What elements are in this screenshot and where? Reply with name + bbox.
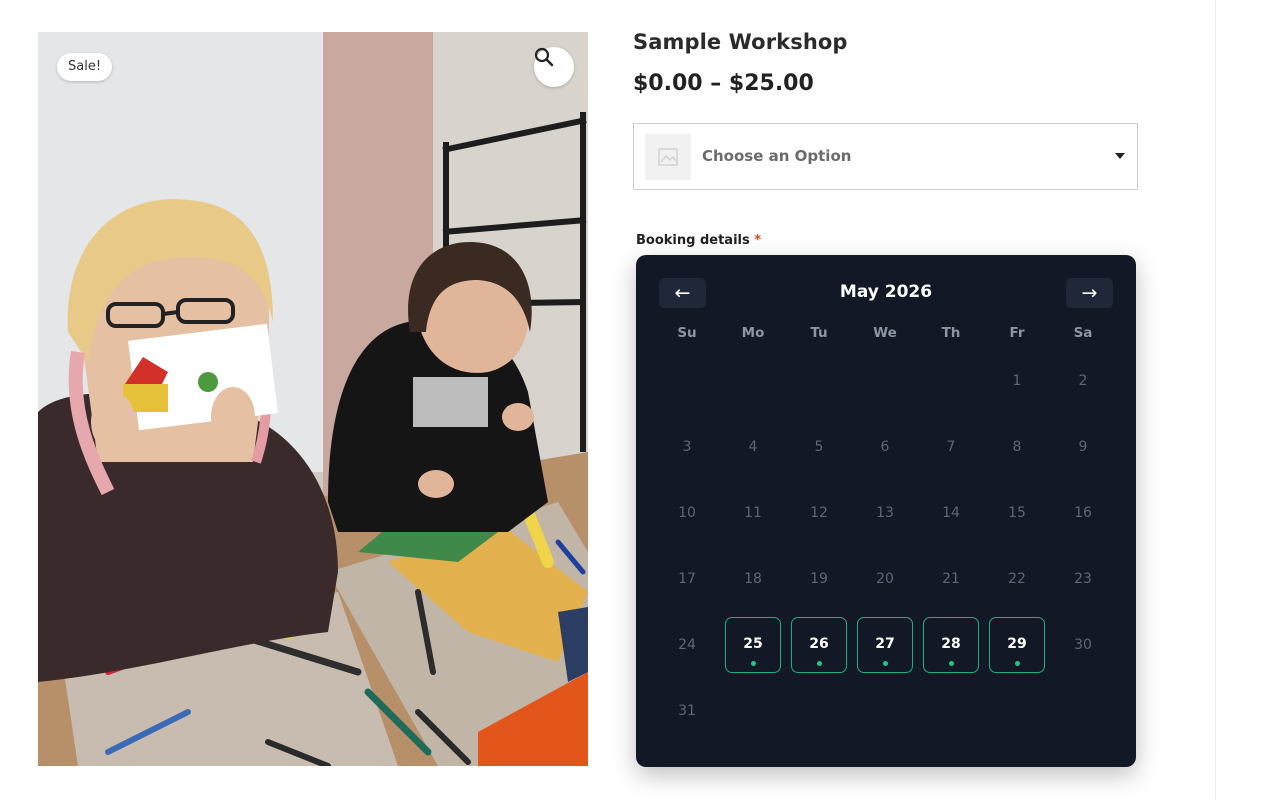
- product-price: $0.00 – $25.00: [633, 71, 814, 96]
- day-number: 9: [1078, 439, 1088, 455]
- day-number: 12: [810, 505, 828, 521]
- day-number: 21: [942, 571, 960, 587]
- calendar-day: 11: [725, 485, 781, 541]
- column-divider: [1215, 0, 1216, 800]
- workshop-photo: [38, 32, 588, 766]
- day-number: 16: [1074, 505, 1092, 521]
- weekday-header: Su Mo Tu We Th Fr Sa: [654, 325, 1116, 345]
- calendar-day: 22: [989, 551, 1045, 607]
- required-marker: *: [754, 233, 762, 248]
- calendar-day: 17: [659, 551, 715, 607]
- search-icon: [534, 47, 554, 67]
- calendar-day: 1: [989, 353, 1045, 409]
- product-page: Sale! Sample Workshop $0.00 – $25.00 Cho…: [0, 0, 1280, 800]
- day-number: 29: [1007, 636, 1027, 652]
- calendar-day-available[interactable]: 25: [725, 617, 781, 673]
- calendar-day-available[interactable]: 26: [791, 617, 847, 673]
- day-number: 23: [1074, 571, 1092, 587]
- day-number: 8: [1012, 439, 1022, 455]
- calendar-day: 21: [923, 551, 979, 607]
- day-number: 19: [810, 571, 828, 587]
- calendar-day: 4: [725, 419, 781, 475]
- next-month-button[interactable]: →: [1066, 278, 1113, 308]
- calendar-day-available[interactable]: 28: [923, 617, 979, 673]
- availability-dot: [948, 661, 954, 666]
- calendar-day: 13: [857, 485, 913, 541]
- calendar-day: 3: [659, 419, 715, 475]
- day-number: 28: [941, 636, 961, 652]
- calendar-day: 2: [1055, 353, 1111, 409]
- availability-dot: [816, 661, 822, 666]
- calendar-day: 8: [989, 419, 1045, 475]
- day-number: 6: [880, 439, 890, 455]
- day-number: 22: [1008, 571, 1026, 587]
- weekday-tu: Tu: [810, 325, 828, 341]
- option-placeholder: Choose an Option: [702, 147, 852, 165]
- booking-label-text: Booking details: [636, 233, 750, 248]
- calendar-day: 9: [1055, 419, 1111, 475]
- option-thumbnail: [645, 134, 691, 180]
- day-number: 20: [876, 571, 894, 587]
- calendar-day: 24: [659, 617, 715, 673]
- availability-dot: [882, 661, 888, 666]
- caret-down-icon: [1115, 153, 1125, 159]
- day-number: 2: [1078, 373, 1088, 389]
- calendar-month-label: May 2026: [839, 282, 933, 302]
- day-number: 10: [678, 505, 696, 521]
- calendar-day: 18: [725, 551, 781, 607]
- weekday-su: Su: [677, 325, 697, 341]
- calendar-day: 5: [791, 419, 847, 475]
- booking-calendar: ← May 2026 → Su Mo Tu We Th Fr Sa 1 2 3 4 5 6 7 8 9 10 1…: [636, 255, 1136, 767]
- calendar-day: 15: [989, 485, 1045, 541]
- option-select[interactable]: Choose an Option: [633, 123, 1138, 190]
- product-title: Sample Workshop: [633, 30, 848, 54]
- day-number: 14: [942, 505, 960, 521]
- weekday-mo: Mo: [741, 325, 765, 341]
- booking-details-label: Booking details *: [636, 233, 761, 248]
- product-image[interactable]: Sale!: [38, 32, 588, 766]
- calendar-day: 16: [1055, 485, 1111, 541]
- calendar-day: 30: [1055, 617, 1111, 673]
- calendar-day: 31: [659, 683, 715, 739]
- day-number: 26: [809, 636, 829, 652]
- day-number: 17: [678, 571, 696, 587]
- day-number: 18: [744, 571, 762, 587]
- calendar-day: 14: [923, 485, 979, 541]
- calendar-day: 20: [857, 551, 913, 607]
- availability-dot: [750, 661, 756, 666]
- calendar-day: 23: [1055, 551, 1111, 607]
- day-number: 4: [748, 439, 758, 455]
- day-number: 3: [682, 439, 692, 455]
- day-number: 5: [814, 439, 824, 455]
- day-number: 13: [876, 505, 894, 521]
- calendar-day-available[interactable]: 29: [989, 617, 1045, 673]
- day-number: 1: [1012, 373, 1022, 389]
- sale-badge: Sale!: [57, 53, 113, 81]
- calendar-day: 19: [791, 551, 847, 607]
- day-number: 7: [946, 439, 956, 455]
- day-number: 15: [1008, 505, 1026, 521]
- day-number: 11: [744, 505, 762, 521]
- weekday-th: Th: [941, 325, 961, 341]
- day-number: 31: [678, 703, 696, 719]
- image-placeholder-icon: [658, 148, 678, 166]
- calendar-day: 12: [791, 485, 847, 541]
- calendar-day: 7: [923, 419, 979, 475]
- day-number: 24: [678, 637, 696, 653]
- calendar-day: 6: [857, 419, 913, 475]
- calendar-day-available[interactable]: 27: [857, 617, 913, 673]
- weekday-we: We: [873, 325, 897, 341]
- day-number: 25: [743, 636, 763, 652]
- day-number: 30: [1074, 637, 1092, 653]
- zoom-button[interactable]: [534, 47, 574, 87]
- calendar-day: 10: [659, 485, 715, 541]
- availability-dot: [1014, 661, 1020, 666]
- day-number: 27: [875, 636, 895, 652]
- weekday-sa: Sa: [1073, 325, 1093, 341]
- weekday-fr: Fr: [1009, 325, 1025, 341]
